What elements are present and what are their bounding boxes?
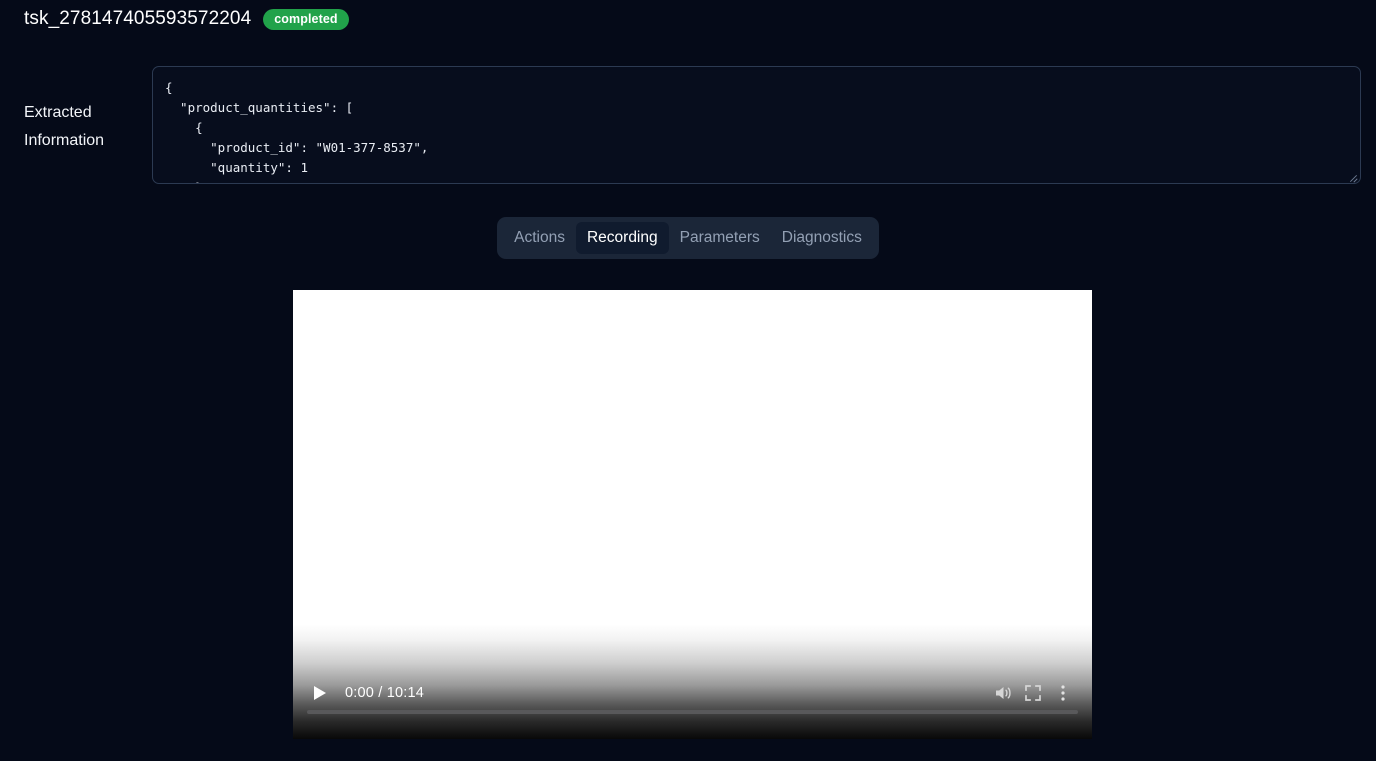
- fullscreen-icon[interactable]: [1018, 680, 1048, 706]
- video-seek-bar[interactable]: [307, 710, 1078, 714]
- tab-bar-wrapper: Actions Recording Parameters Diagnostics: [0, 217, 1376, 259]
- recording-video-player[interactable]: 0:00 / 10:14: [293, 290, 1092, 739]
- status-badge: completed: [263, 9, 348, 30]
- page-title: tsk_278147405593572204: [24, 8, 251, 30]
- extracted-label-line-1: Extracted: [24, 99, 152, 127]
- textarea-resize-handle[interactable]: [1345, 168, 1359, 182]
- play-triangle-shape: [314, 686, 326, 700]
- page-header: tsk_278147405593572204 completed: [24, 8, 349, 30]
- video-controls: 0:00 / 10:14: [293, 667, 1092, 739]
- extracted-information-row: Extracted Information { "product_quantit…: [24, 66, 1361, 184]
- video-controls-row: 0:00 / 10:14: [293, 679, 1092, 707]
- more-options-icon[interactable]: [1048, 680, 1078, 706]
- tab-diagnostics[interactable]: Diagnostics: [771, 222, 873, 254]
- task-detail-page: tsk_278147405593572204 completed Extract…: [0, 0, 1376, 761]
- video-time-display: 0:00 / 10:14: [345, 685, 424, 701]
- tab-parameters[interactable]: Parameters: [669, 222, 771, 254]
- volume-icon[interactable]: [988, 680, 1018, 706]
- play-icon[interactable]: [305, 680, 335, 706]
- extracted-information-textarea[interactable]: { "product_quantities": [ { "product_id"…: [152, 66, 1361, 184]
- extracted-information-label: Extracted Information: [24, 66, 152, 155]
- extracted-information-field-wrap: { "product_quantities": [ { "product_id"…: [152, 66, 1361, 184]
- tab-bar: Actions Recording Parameters Diagnostics: [497, 217, 879, 259]
- extracted-label-line-2: Information: [24, 127, 152, 155]
- tab-actions[interactable]: Actions: [503, 222, 576, 254]
- tab-recording[interactable]: Recording: [576, 222, 669, 254]
